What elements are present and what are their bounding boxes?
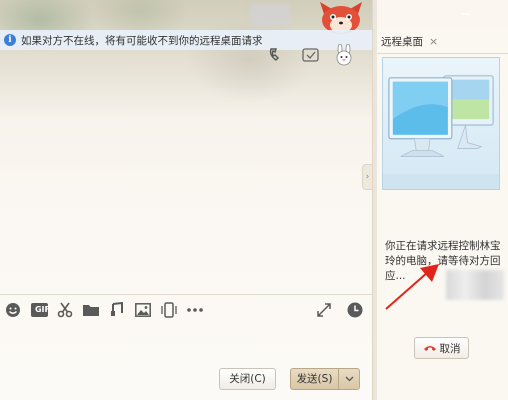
collapse-panel-handle[interactable]: › <box>362 164 372 190</box>
cancel-button[interactable]: 取消 <box>414 337 469 359</box>
image-icon[interactable] <box>134 301 152 319</box>
tab-close-icon[interactable]: × <box>429 35 438 48</box>
expand-icon[interactable] <box>315 301 333 319</box>
music-icon[interactable] <box>108 301 126 319</box>
monitor-illustration-icon <box>382 57 500 190</box>
fox-mascot-icon <box>320 2 362 34</box>
hangup-icon <box>423 346 436 351</box>
more-icon[interactable] <box>186 301 204 319</box>
cancel-label: 取消 <box>439 342 461 355</box>
tab-label: 远程桌面 <box>381 36 423 48</box>
blurred-region <box>446 270 504 300</box>
emoji-icon[interactable] <box>4 301 22 319</box>
gif-label: GIF <box>34 305 50 314</box>
notification-text: 如果对方不在线，将有可能收不到你的远程桌面请求 <box>21 34 263 47</box>
send-button[interactable]: 发送(S) <box>290 368 338 390</box>
message-history-area[interactable] <box>0 50 372 294</box>
info-icon: i <box>4 34 16 46</box>
send-options-button[interactable] <box>338 368 360 390</box>
chevron-down-icon <box>345 376 353 382</box>
close-button[interactable]: 关闭(C) <box>219 368 276 390</box>
annotation-arrow-icon <box>385 264 439 310</box>
shake-icon[interactable] <box>160 301 178 319</box>
folder-icon[interactable] <box>82 301 100 319</box>
message-input[interactable] <box>0 322 372 366</box>
tab-remote-desktop[interactable]: 远程桌面 × <box>377 30 508 54</box>
toolbar-divider <box>0 294 372 295</box>
chat-pane: i 如果对方不在线，将有可能收不到你的远程桌面请求 关闭(C) 发送(S) <box>0 0 372 400</box>
blurred-region <box>250 4 290 26</box>
screenshot-icon[interactable] <box>56 301 74 319</box>
window-control-icon[interactable] <box>456 4 476 24</box>
history-icon[interactable] <box>346 301 364 319</box>
